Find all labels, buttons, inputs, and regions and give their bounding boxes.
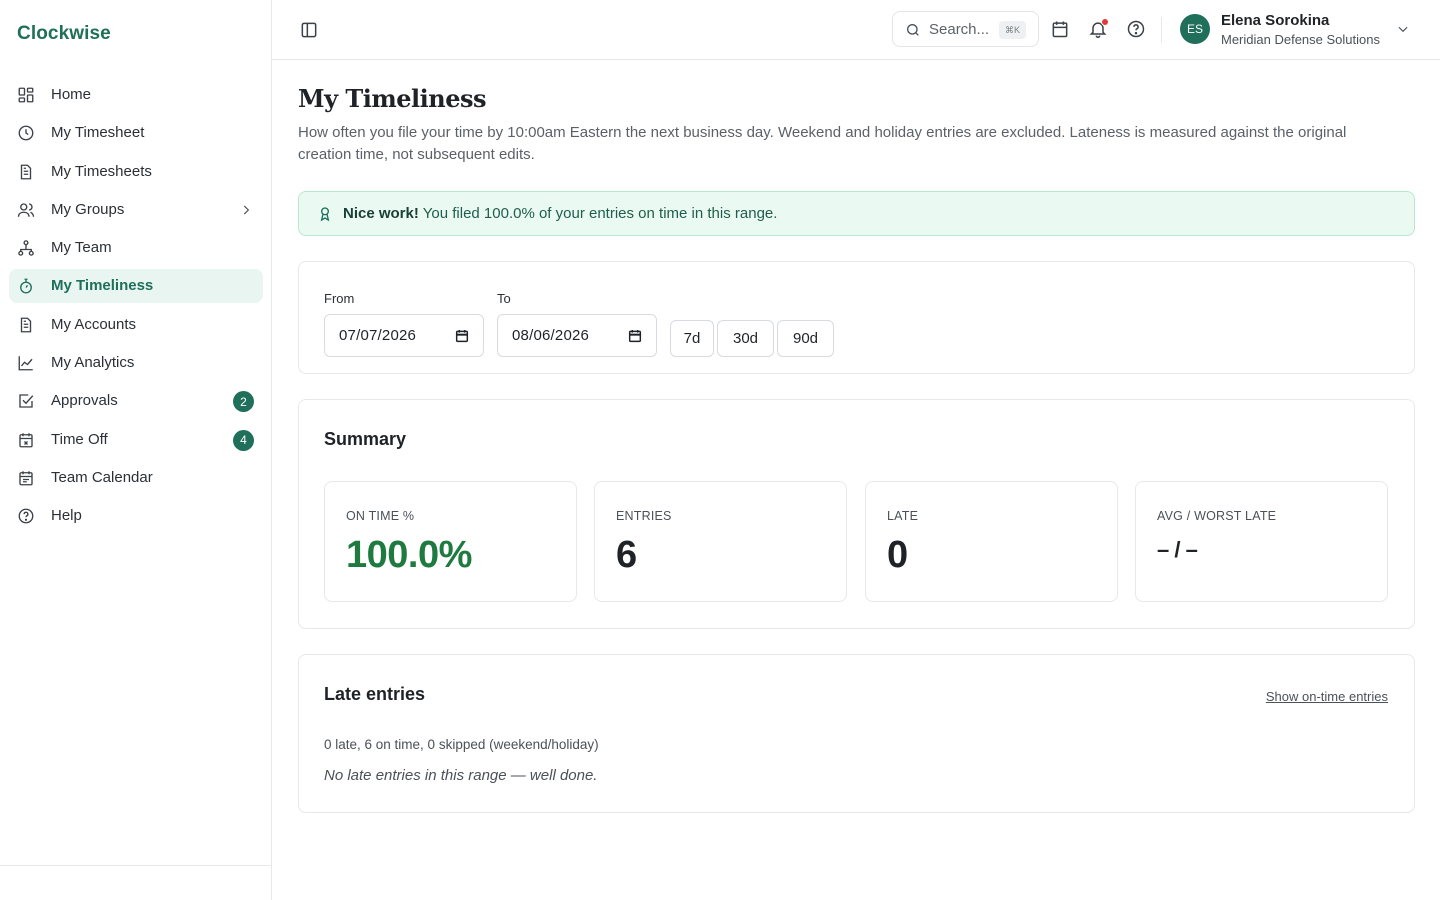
- from-date-input[interactable]: 07/07/2026: [324, 314, 484, 357]
- notification-dot: [1101, 18, 1109, 26]
- stat-value: 0: [887, 534, 908, 576]
- avatar[interactable]: ES: [1180, 14, 1210, 44]
- sidebar-item-time-off[interactable]: Time Off 4: [9, 423, 263, 457]
- date-range-card: From 07/07/2026 To 08/06/2026 7d 30d 90d: [298, 261, 1415, 374]
- calendar-picker-icon[interactable]: [627, 328, 643, 344]
- stat-label: LATE: [887, 509, 919, 523]
- stat-value: – / –: [1157, 537, 1198, 562]
- grid-icon: [17, 86, 35, 104]
- help-circle-icon: [17, 507, 35, 525]
- calendar-icon: [17, 431, 35, 449]
- topbar-divider: [1161, 17, 1162, 43]
- sidebar-toggle-icon[interactable]: [299, 20, 319, 40]
- user-organization: Meridian Defense Solutions: [1221, 32, 1380, 47]
- brand-logo[interactable]: Clockwise: [17, 23, 111, 45]
- sidebar-item-my-groups[interactable]: My Groups: [9, 193, 263, 227]
- help-circle-icon[interactable]: [1126, 19, 1146, 39]
- banner-message: Nice work! You filed 100.0% of your entr…: [343, 205, 777, 222]
- sidebar-item-label: My Timesheets: [51, 162, 152, 180]
- calendar-icon: [17, 469, 35, 487]
- document-icon: [17, 316, 35, 334]
- stat-on-time-percent: ON TIME % 100.0%: [324, 481, 577, 602]
- late-entries-title: Late entries: [324, 684, 426, 704]
- search-icon: [905, 22, 921, 38]
- page-title: My Timeliness: [298, 84, 486, 113]
- stat-label: AVG / WORST LATE: [1157, 509, 1277, 523]
- clock-icon: [17, 124, 35, 142]
- sidebar-item-my-analytics[interactable]: My Analytics: [9, 346, 263, 380]
- sidebar: Clockwise Home My Timesheet My Timesheet…: [0, 0, 272, 900]
- award-ribbon-icon: [317, 205, 333, 223]
- summary-title: Summary: [324, 429, 407, 449]
- sidebar-item-label: Time Off: [51, 430, 108, 448]
- check-square-icon: [17, 392, 35, 410]
- stat-late: LATE 0: [865, 481, 1118, 602]
- approvals-count-badge: 2: [233, 391, 254, 413]
- org-chart-icon: [17, 239, 35, 257]
- sidebar-item-approvals[interactable]: Approvals 2: [9, 384, 263, 418]
- sidebar-item-label: Team Calendar: [51, 468, 153, 486]
- line-chart-icon: [17, 354, 35, 372]
- stat-entries: ENTRIES 6: [594, 481, 847, 602]
- preset-7d-button[interactable]: 7d: [670, 320, 714, 357]
- search-input[interactable]: Search... ⌘K: [892, 11, 1039, 47]
- bell-icon[interactable]: [1088, 18, 1109, 39]
- from-date-value: 07/07/2026: [339, 327, 417, 344]
- to-date-value: 08/06/2026: [512, 327, 590, 344]
- time-off-count-badge: 4: [233, 429, 254, 451]
- sidebar-item-label: My Timeliness: [51, 277, 154, 295]
- chevron-down-icon[interactable]: [1396, 22, 1410, 36]
- sidebar-item-label: My Analytics: [51, 354, 135, 372]
- show-on-time-entries-link[interactable]: Show on-time entries: [1266, 689, 1388, 704]
- sidebar-item-label: My Team: [51, 239, 112, 257]
- page-description: How often you file your time by 10:00am …: [298, 124, 1347, 163]
- users-icon: [17, 201, 35, 219]
- stat-label: ON TIME %: [346, 509, 415, 523]
- document-icon: [17, 163, 35, 181]
- late-entries-card: Late entries Show on-time entries 0 late…: [298, 654, 1415, 813]
- summary-card: Summary ON TIME % 100.0% ENTRIES 6 LATE …: [298, 399, 1415, 629]
- sidebar-footer-divider: [0, 865, 271, 866]
- stat-value: 100.0%: [346, 534, 472, 576]
- sidebar-item-label: Home: [51, 86, 92, 103]
- sidebar-item-label: Approvals: [51, 392, 118, 410]
- sidebar-item-label: My Timesheet: [51, 124, 145, 142]
- sidebar-nav: Home My Timesheet My Timesheets My Group…: [9, 78, 263, 538]
- sidebar-item-home[interactable]: Home: [9, 78, 263, 112]
- to-label: To: [497, 291, 511, 306]
- banner-strong: Nice work!: [343, 205, 419, 222]
- preset-90d-button[interactable]: 90d: [777, 320, 834, 357]
- banner-text: You filed 100.0% of your entries on time…: [418, 205, 778, 222]
- user-name[interactable]: Elena Sorokina: [1221, 12, 1329, 29]
- sidebar-item-my-timeliness[interactable]: My Timeliness: [9, 269, 263, 304]
- to-date-input[interactable]: 08/06/2026: [497, 314, 657, 357]
- stopwatch-icon: [17, 277, 35, 295]
- success-banner: Nice work! You filed 100.0% of your entr…: [298, 191, 1415, 236]
- sidebar-item-my-team[interactable]: My Team: [9, 231, 263, 265]
- stat-avg-worst-late: AVG / WORST LATE – / –: [1135, 481, 1388, 602]
- stat-value: 6: [616, 534, 637, 576]
- sidebar-item-my-accounts[interactable]: My Accounts: [9, 308, 263, 342]
- sidebar-item-label: My Groups: [51, 200, 125, 218]
- sidebar-item-label: My Accounts: [51, 315, 137, 333]
- sidebar-item-team-calendar[interactable]: Team Calendar: [9, 461, 263, 495]
- top-bar: Search... ⌘K ES Elena Sorokina Meridian …: [272, 0, 1440, 60]
- calendar-picker-icon[interactable]: [454, 328, 470, 344]
- sidebar-item-label: Help: [51, 507, 82, 525]
- sidebar-item-my-timesheet[interactable]: My Timesheet: [9, 116, 263, 150]
- calendar-icon[interactable]: [1050, 19, 1070, 39]
- search-shortcut-hint: ⌘K: [999, 21, 1026, 39]
- late-entries-counts: 0 late, 6 on time, 0 skipped (weekend/ho…: [324, 737, 599, 752]
- from-label: From: [324, 291, 355, 306]
- sidebar-item-help[interactable]: Help: [9, 499, 263, 533]
- late-entries-empty-message: No late entries in this range — well don…: [324, 767, 598, 784]
- search-placeholder: Search...: [929, 21, 990, 38]
- chevron-right-icon[interactable]: [239, 203, 253, 217]
- sidebar-item-my-timesheets[interactable]: My Timesheets: [9, 155, 263, 189]
- preset-30d-button[interactable]: 30d: [717, 320, 774, 357]
- stat-label: ENTRIES: [616, 509, 672, 523]
